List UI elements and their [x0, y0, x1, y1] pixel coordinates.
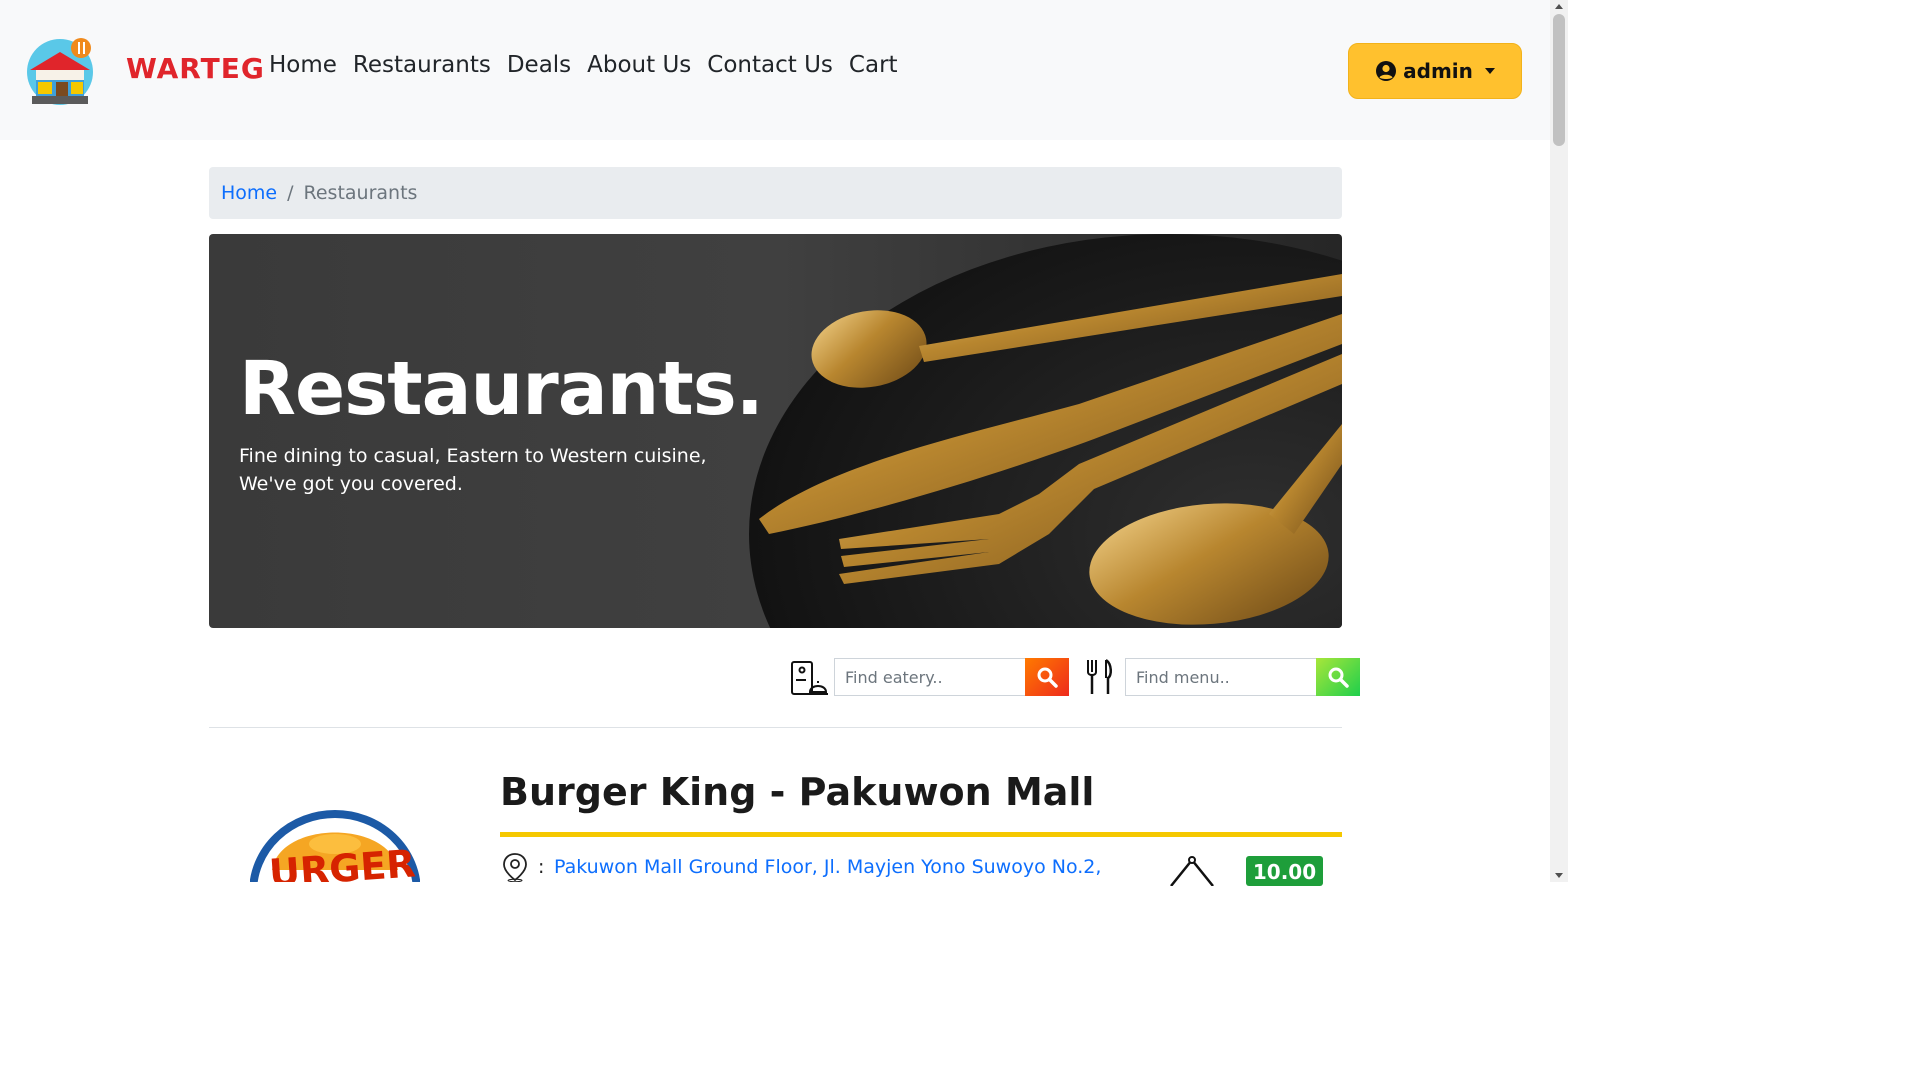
warteg-logo-icon — [27, 38, 93, 105]
menu-search-button[interactable] — [1316, 658, 1360, 696]
eatery-icon — [791, 661, 828, 695]
brand-logo[interactable]: WARTEG — [26, 38, 264, 106]
page-scrollbar[interactable] — [1550, 0, 1568, 882]
nav-links: Home Restaurants Deals About Us Contact … — [269, 52, 898, 78]
fork-knife-icon — [1087, 658, 1112, 694]
eatery-search-input[interactable] — [834, 658, 1025, 696]
eatery-search-group — [788, 657, 1069, 697]
restaurant-title-underline — [500, 832, 1342, 837]
scroll-thumb[interactable] — [1553, 14, 1565, 146]
nav-cart[interactable]: Cart — [849, 52, 898, 78]
hero-subtitle: Fine dining to casual, Eastern to Wester… — [239, 445, 707, 495]
search-icon — [1037, 667, 1058, 688]
nav-home[interactable]: Home — [269, 52, 337, 78]
restaurant-logo[interactable]: URGER — [250, 810, 420, 882]
restaurant-name[interactable]: Burger King - Pakuwon Mall — [500, 770, 1094, 814]
gold-cutlery-image — [749, 234, 1342, 628]
nav-contact-us[interactable]: Contact Us — [707, 52, 833, 78]
menu-search-group — [1082, 657, 1360, 697]
nav-about-us[interactable]: About Us — [587, 52, 691, 78]
hero-banner: Restaurants. Fine dining to casual, East… — [209, 234, 1342, 628]
nav-deals[interactable]: Deals — [507, 52, 571, 78]
navbar: WARTEG Home Restaurants Deals About Us C… — [0, 0, 1550, 140]
user-menu-button[interactable]: admin — [1348, 43, 1522, 99]
brand-name: WARTEG — [126, 52, 265, 85]
user-name: admin — [1403, 59, 1473, 83]
restaurant-address-link[interactable]: Pakuwon Mall Ground Floor, Jl. Mayjen Yo… — [554, 856, 1101, 878]
breadcrumb: Home / Restaurants — [209, 167, 1342, 219]
menu-search-input[interactable] — [1125, 658, 1316, 696]
search-icon — [1328, 667, 1349, 688]
address-colon: : — [538, 856, 545, 878]
breadcrumb-home[interactable]: Home — [221, 182, 277, 204]
section-divider — [209, 727, 1342, 728]
nav-restaurants[interactable]: Restaurants — [353, 52, 491, 78]
caret-down-icon — [1484, 68, 1495, 74]
eatery-search-button[interactable] — [1025, 658, 1069, 696]
user-circle-icon — [1376, 61, 1397, 81]
restaurant-rating-badge: 10.00 — [1246, 856, 1323, 886]
scroll-up-icon[interactable] — [1555, 4, 1563, 9]
hero-title: Restaurants. — [239, 346, 764, 432]
rating-tent-icon — [1170, 856, 1214, 886]
breadcrumb-separator: / — [287, 182, 294, 204]
breadcrumb-current: Restaurants — [303, 182, 418, 204]
location-pin-icon — [503, 853, 527, 882]
scroll-down-icon[interactable] — [1555, 873, 1563, 878]
burger-king-logo-icon: URGER — [250, 810, 420, 882]
